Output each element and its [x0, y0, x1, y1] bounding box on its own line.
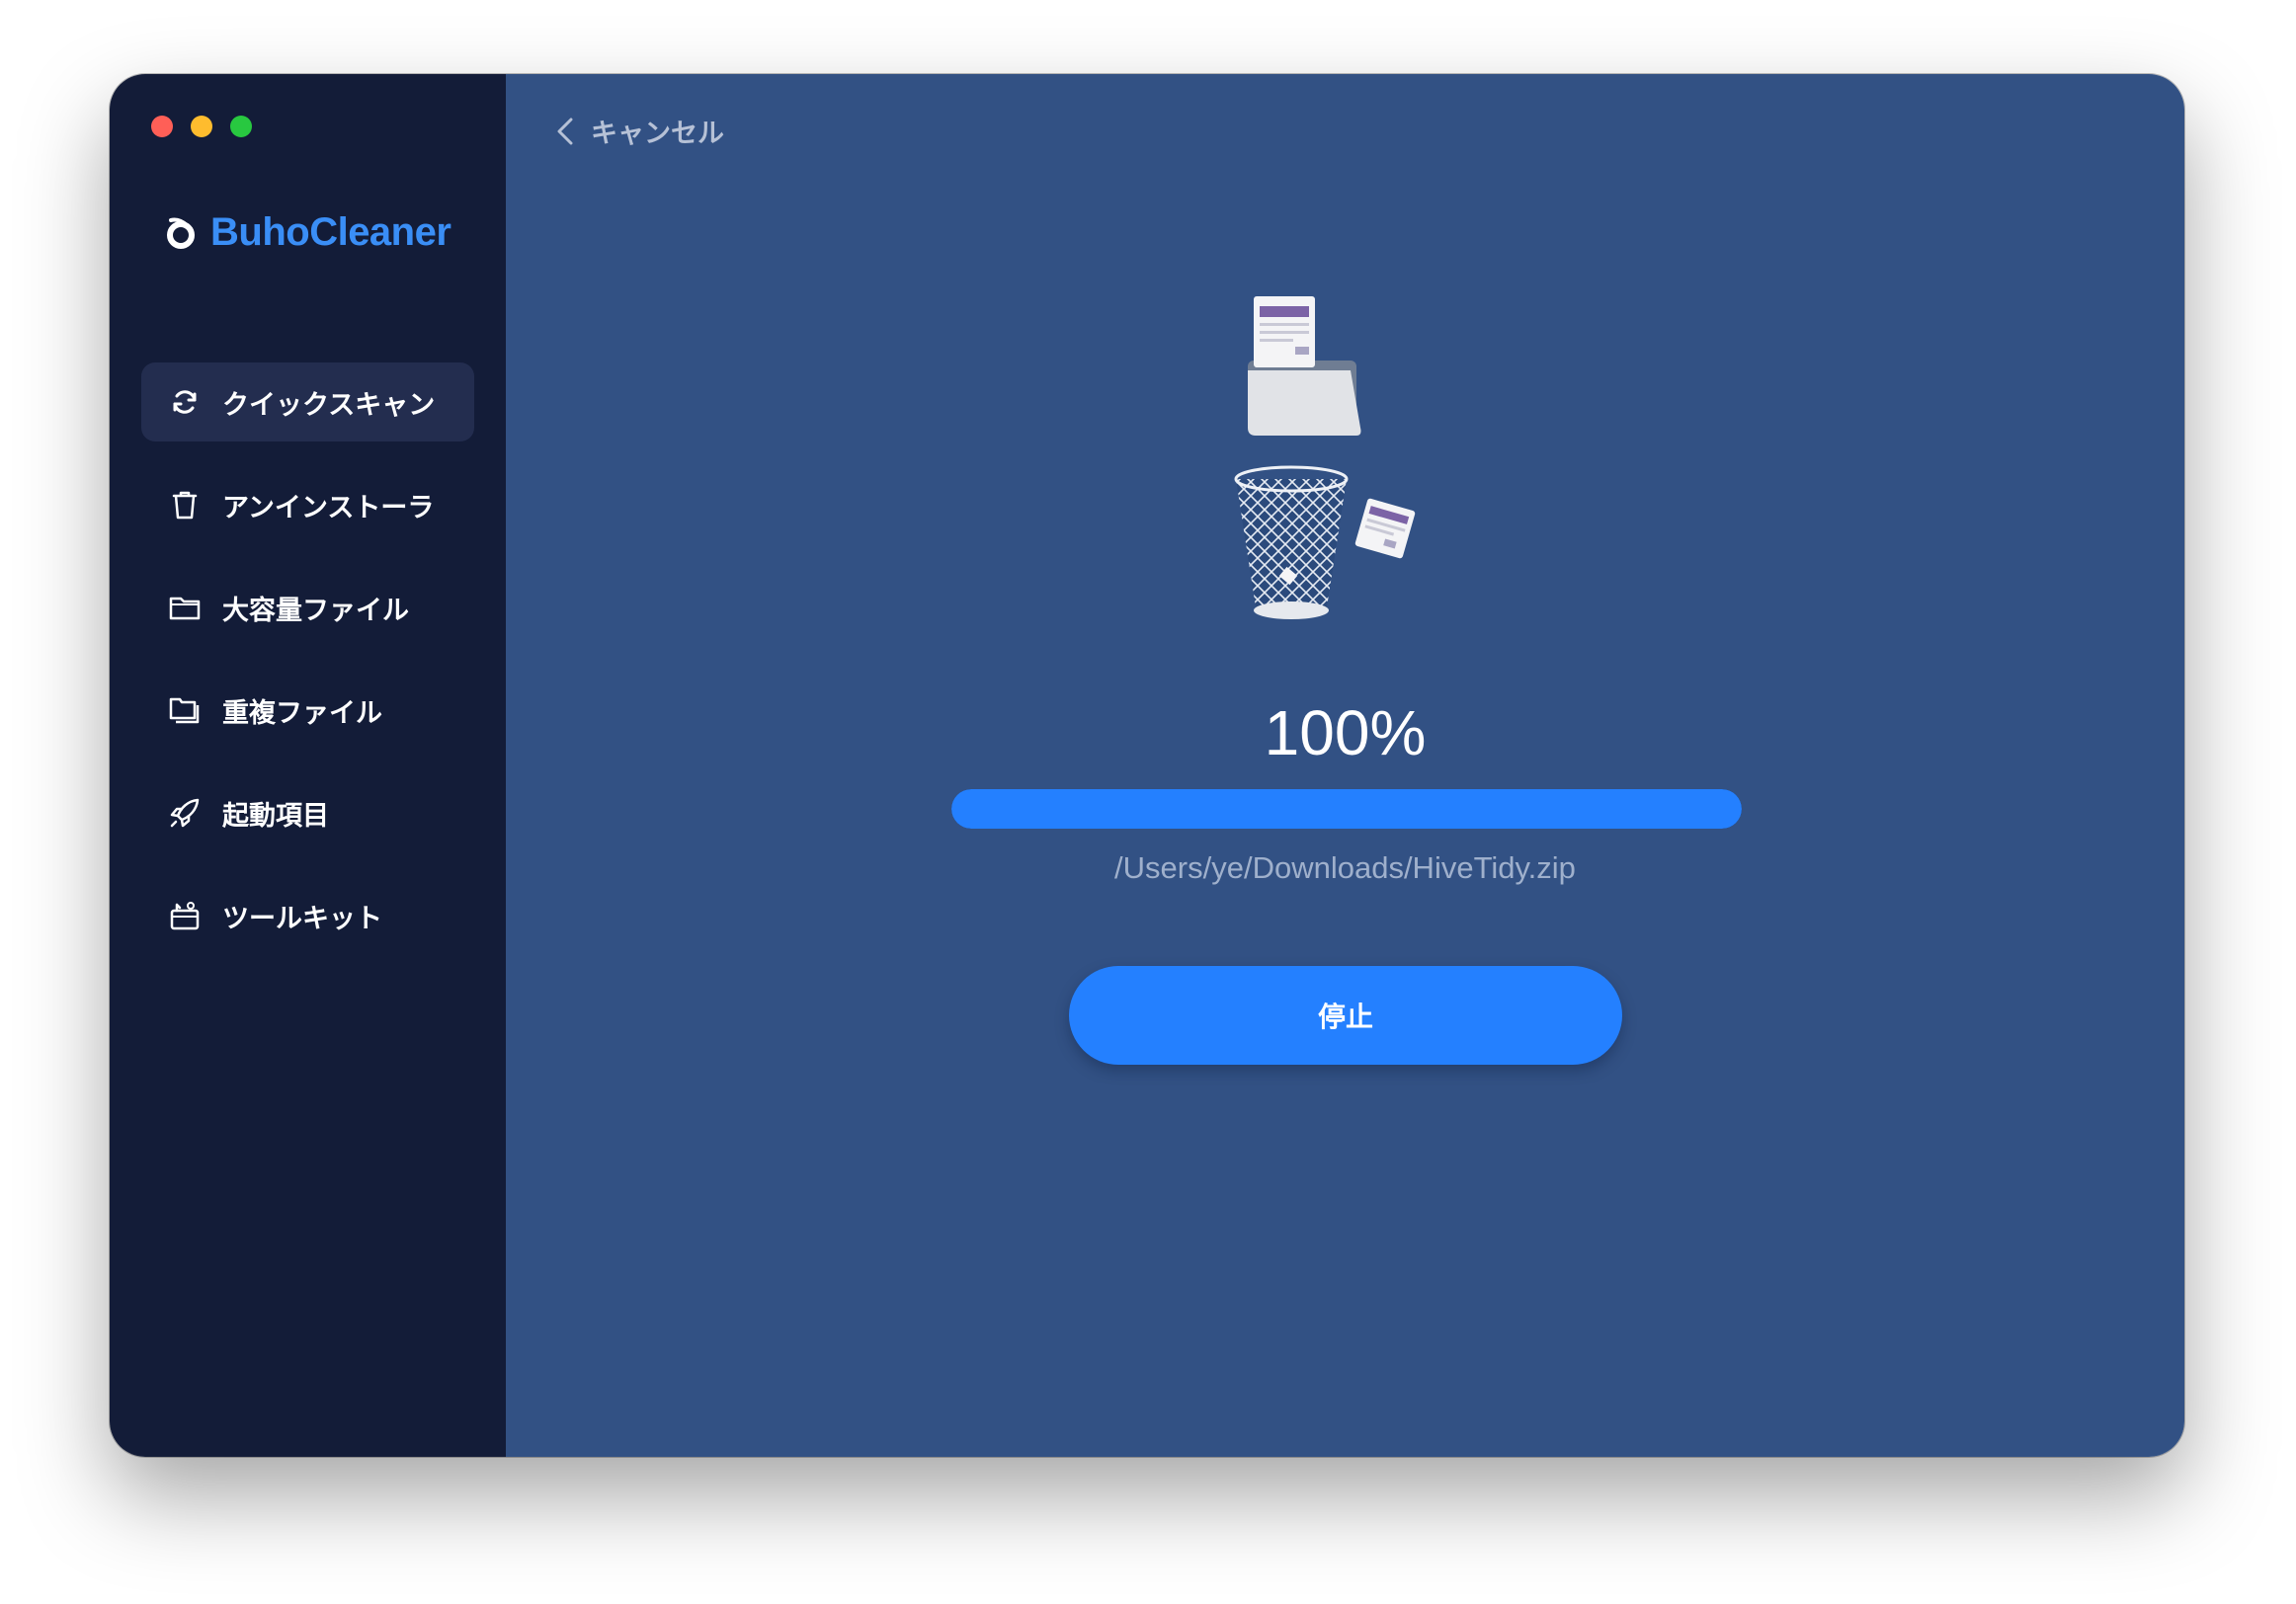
sidebar-item-label: ツールキット [222, 903, 382, 934]
toolkit-icon [167, 898, 203, 933]
brand: BuhoCleaner [163, 210, 451, 255]
buho-logo-icon [167, 217, 195, 249]
sidebar-item-label: 重複ファイル [222, 697, 382, 729]
main-panel: キャンセル 100% /Users/ye/Downloads/HiveTidy.… [506, 74, 2184, 1457]
refresh-icon [167, 384, 203, 420]
folder-icon [1248, 296, 1361, 436]
chevron-left-icon [557, 118, 573, 144]
progress-bar [951, 789, 1742, 829]
current-file-path: /Users/ye/Downloads/HiveTidy.zip [1114, 850, 1576, 885]
rocket-icon [167, 795, 203, 831]
paper-icon [1354, 498, 1416, 559]
sidebar-item-toolkit[interactable]: ツールキット [141, 876, 474, 955]
app-name: BuhoCleaner [210, 210, 451, 254]
cancel-label: キャンセル [591, 119, 724, 149]
sidebar-item-startup-items[interactable]: 起動項目 [141, 773, 474, 852]
sidebar-item-large-files[interactable]: 大容量ファイル [141, 568, 474, 647]
sidebar-item-label: クイックスキャン [222, 389, 436, 421]
zoom-window-button[interactable] [230, 116, 252, 137]
sidebar: BuhoCleaner クイックスキャン アンインストーラ 大容量ファイル 重複… [110, 74, 506, 1457]
sidebar-item-uninstaller[interactable]: アンインストーラ [141, 465, 474, 544]
trash-icon [167, 487, 203, 522]
cancel-button[interactable]: キャンセル [553, 112, 724, 150]
sidebar-item-label: 起動項目 [222, 800, 329, 832]
folder-icon [167, 590, 203, 625]
cleaning-illustration [1234, 296, 1416, 619]
sidebar-item-label: アンインストーラ [222, 492, 435, 523]
sidebar-item-label: 大容量ファイル [222, 595, 409, 626]
progress-percent: 100% [1264, 697, 1427, 768]
app-window: BuhoCleaner クイックスキャン アンインストーラ 大容量ファイル 重複… [110, 74, 2184, 1457]
sidebar-item-duplicate-files[interactable]: 重複ファイル [141, 671, 474, 750]
window-controls [151, 116, 252, 137]
duplicate-folder-icon [167, 692, 203, 728]
stop-button[interactable]: 停止 [1069, 966, 1622, 1065]
close-window-button[interactable] [151, 116, 173, 137]
sidebar-nav: クイックスキャン アンインストーラ 大容量ファイル 重複ファイル 起動項目 ツー… [141, 362, 474, 979]
trash-bin-icon [1234, 465, 1349, 619]
minimize-window-button[interactable] [191, 116, 212, 137]
sidebar-item-quick-scan[interactable]: クイックスキャン [141, 362, 474, 441]
progress-fill [951, 789, 1742, 829]
